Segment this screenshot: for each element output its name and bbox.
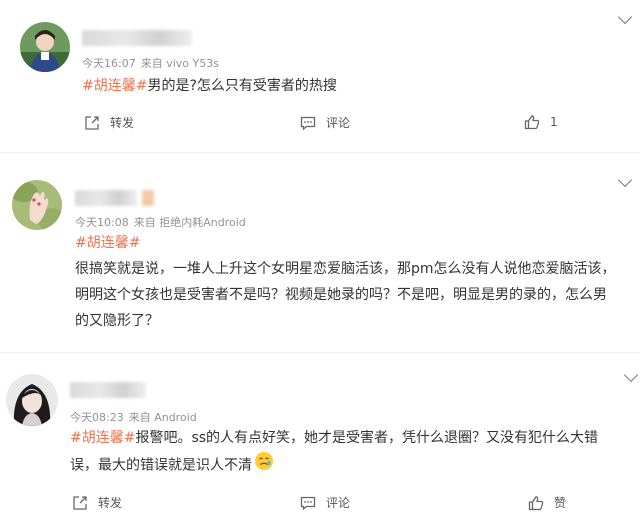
repost-icon [85, 115, 99, 130]
chevron-down-icon[interactable] [617, 9, 633, 25]
divider [0, 152, 640, 153]
avatar[interactable] [20, 22, 70, 72]
comment-label: 评论 [326, 116, 351, 130]
comment-post: 今天08:23 来自 Android #胡连馨#报警吧。ss的人有点好笑，她才是受… [0, 358, 640, 529]
post-time: 今天08:23 [70, 411, 124, 424]
repost-label: 转发 [110, 116, 135, 130]
post-text: 很搞笑就是说，一堆人上升这个女明星恋爱脑活该，那pm怎么没有人说他恋爱脑活该， … [75, 256, 635, 334]
divider [0, 352, 640, 353]
post-meta: 今天10:08 来自 拒绝内耗Android [75, 214, 251, 230]
repost-label: 转发 [98, 496, 123, 510]
comment-label: 评论 [326, 496, 351, 510]
post-text-content: 报警吧。ss的人有点好笑，她才是受害者，凭什么退圈？又没有犯什么大错 [135, 430, 599, 446]
post-text: #胡连馨#男的是?怎么只有受害者的热搜 [82, 73, 622, 99]
comment-icon [300, 116, 316, 130]
post-text-line: 误，最大的错误就是识人不清 [70, 451, 630, 480]
repost-button[interactable]: 转发 [84, 114, 134, 131]
avatar[interactable] [12, 180, 62, 230]
comment-icon [300, 496, 316, 510]
post-hashtag-line: #胡连馨# [75, 230, 635, 256]
like-button[interactable]: 1 [524, 114, 558, 130]
chevron-down-icon[interactable] [623, 367, 639, 383]
user-badge [142, 190, 154, 206]
thumbs-up-icon [528, 495, 544, 510]
post-text-line: 很搞笑就是说，一堆人上升这个女明星恋爱脑活该，那pm怎么没有人说他恋爱脑活该， [75, 261, 616, 277]
comment-post: 今天10:08 来自 拒绝内耗Android #胡连馨# 很搞笑就是说，一堆人上升… [0, 160, 640, 350]
username-blurred[interactable] [70, 382, 146, 398]
post-text: #胡连馨#报警吧。ss的人有点好笑，她才是受害者，凭什么退圈？又没有犯什么大错 … [70, 425, 630, 480]
repost-button[interactable]: 转发 [72, 494, 122, 511]
hashtag-link[interactable]: #胡连馨# [70, 430, 135, 446]
post-meta: 今天08:23 来自 Android [70, 409, 202, 425]
repost-icon [73, 495, 87, 510]
thumbs-up-icon [524, 115, 540, 130]
post-text-content: 男的是?怎么只有受害者的热搜 [147, 78, 337, 94]
comment-button[interactable]: 评论 [300, 114, 350, 131]
chevron-down-icon[interactable] [617, 172, 633, 188]
post-source: 来自 vivo Y53s [140, 57, 219, 70]
username-blurred[interactable] [75, 190, 137, 206]
hashtag-link[interactable]: #胡连馨# [75, 235, 140, 251]
post-text-line: #胡连馨#报警吧。ss的人有点好笑，她才是受害者，凭什么退圈？又没有犯什么大错 [70, 425, 630, 451]
avatar[interactable] [6, 374, 58, 426]
emoji-icon [254, 451, 274, 480]
post-time: 今天10:08 [75, 216, 129, 229]
post-time: 今天16:07 [82, 57, 136, 70]
post-meta: 今天16:07 来自 vivo Y53s [82, 55, 224, 71]
like-button[interactable]: 赞 [528, 494, 566, 511]
comment-post: 今天16:07 来自 vivo Y53s #胡连馨#男的是?怎么只有受害者的热搜 … [0, 0, 640, 150]
username-blurred[interactable] [82, 30, 192, 46]
like-count: 1 [550, 115, 558, 129]
post-source: 来自 拒绝内耗Android [133, 216, 246, 229]
hashtag-link[interactable]: #胡连馨# [82, 78, 147, 94]
post-source: 来自 Android [128, 411, 197, 424]
like-label: 赞 [554, 496, 567, 510]
post-text-line: 明明这个女孩也是受害者不是吗？视频是她录的吗？不是吧，明显是男的录的，怎么男 [75, 287, 607, 303]
post-text-line: 的又隐形了？ [75, 313, 159, 329]
comment-button[interactable]: 评论 [300, 494, 350, 511]
post-text-content: 误，最大的错误就是识人不清 [70, 457, 252, 474]
